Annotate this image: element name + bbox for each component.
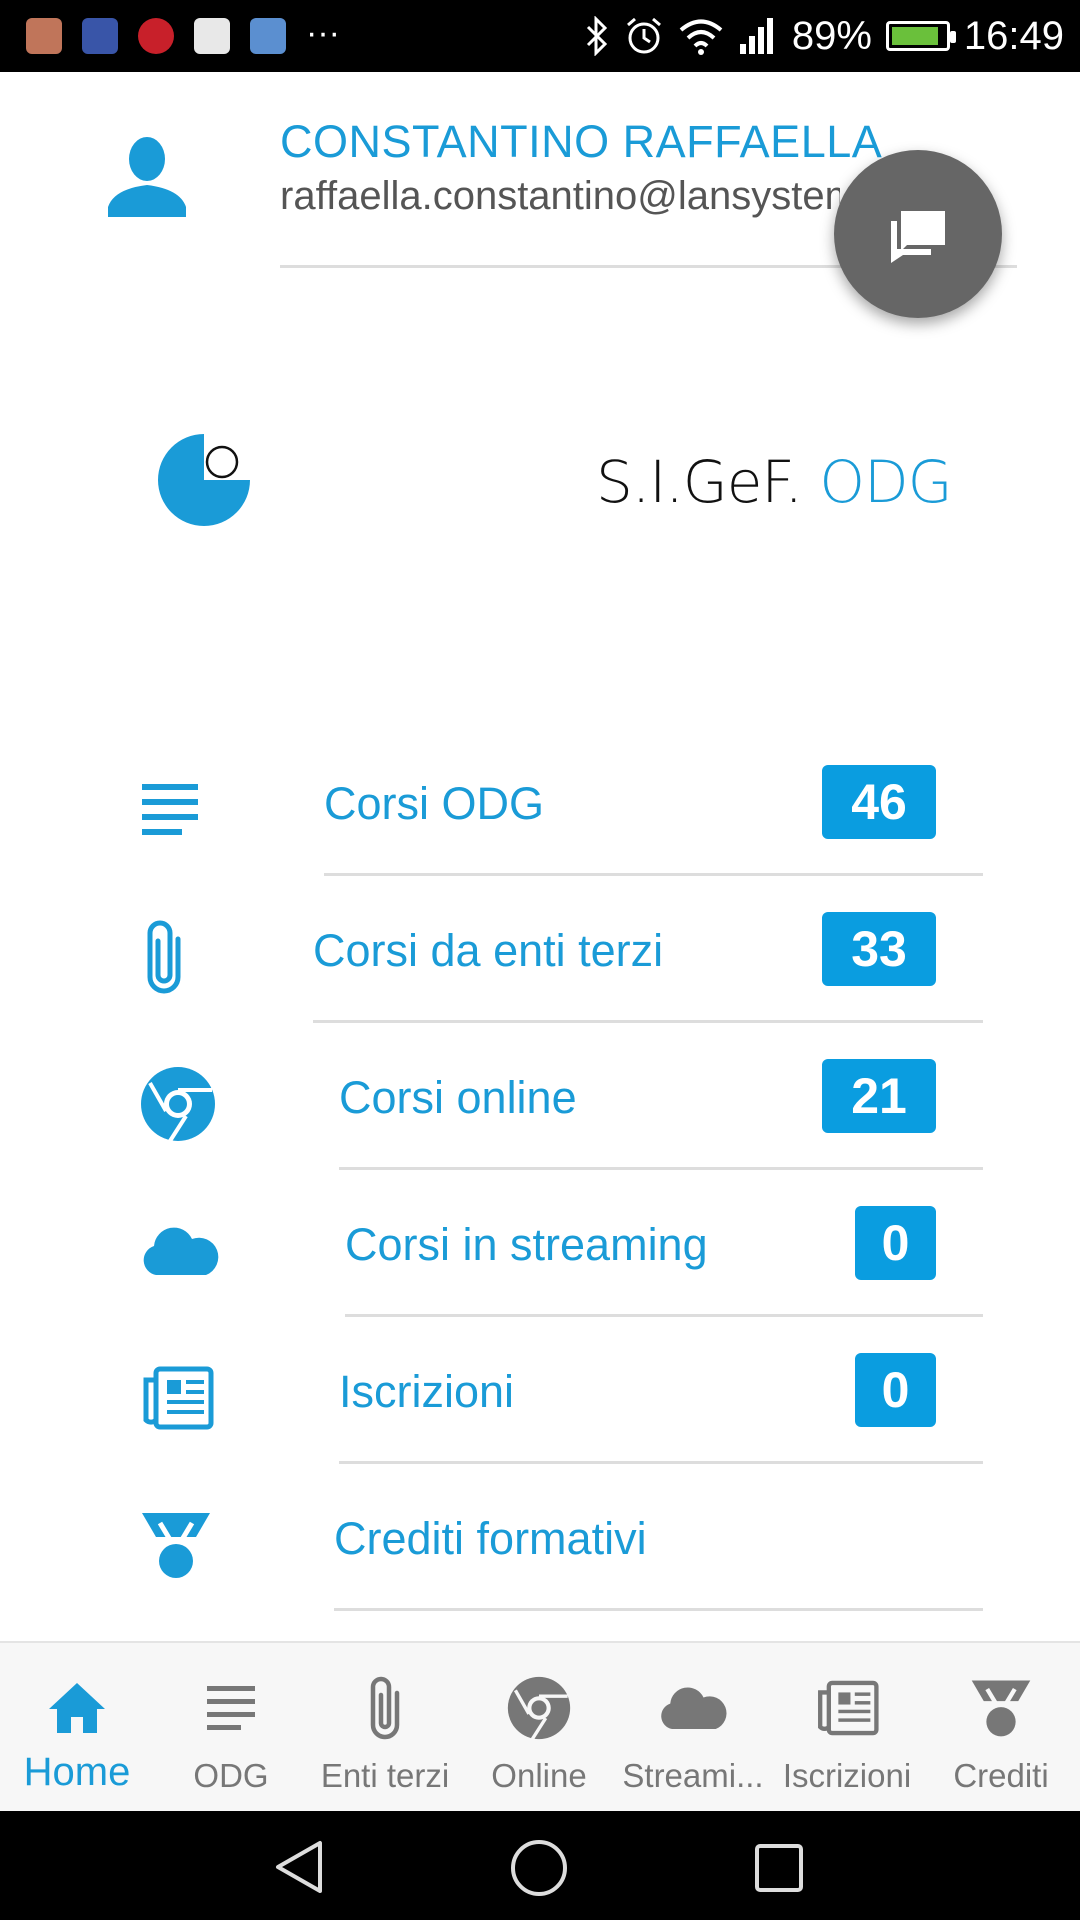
- nav-tab-label: Enti terzi: [320, 1757, 450, 1794]
- status-bar: ··· 89% 16:49: [0, 0, 1080, 72]
- nav-tab-label: Streami...: [622, 1757, 764, 1794]
- recents-icon[interactable]: [754, 1843, 804, 1893]
- nav-tab-label: Home: [23, 1750, 131, 1794]
- user-avatar-icon[interactable]: [108, 137, 186, 217]
- notification-icons: ···: [26, 14, 340, 54]
- nav-tab-enti-terzi[interactable]: Enti terzi: [308, 1643, 462, 1813]
- menu-divider: [339, 1461, 983, 1464]
- newspaper-icon: [770, 1673, 924, 1743]
- chrome-icon: [462, 1673, 616, 1743]
- alarm-icon: [626, 17, 661, 54]
- logo-icon: [158, 434, 250, 526]
- nav-tab-label: Crediti: [953, 1757, 1049, 1794]
- nav-tab-iscrizioni[interactable]: Iscrizioni: [770, 1643, 924, 1813]
- count-badge: 21: [822, 1059, 936, 1133]
- nav-tab-home[interactable]: Home: [0, 1643, 154, 1813]
- status-right: 89% 16:49: [584, 10, 1064, 62]
- nav-tab-label: ODG: [193, 1757, 269, 1794]
- menu-divider: [334, 1608, 983, 1611]
- paperclip-icon: [308, 1673, 462, 1743]
- user-name: CONSTANTINO RAFFAELLA: [280, 116, 883, 167]
- medal-icon: [924, 1673, 1078, 1743]
- nav-tab-online[interactable]: Online: [462, 1643, 616, 1813]
- inbox-icon: [26, 18, 62, 54]
- menu-item-corsi-online[interactable]: Corsi online 21: [0, 1029, 1080, 1176]
- chat-icon: [891, 211, 945, 263]
- menu-item-corsi-enti-terzi[interactable]: Corsi da enti terzi 33: [0, 882, 1080, 1029]
- cloud-icon: [616, 1673, 770, 1743]
- wifi-icon: [679, 19, 723, 55]
- medal-icon: [140, 1505, 230, 1585]
- user-email: raffaella.constantino@lansystems: [280, 174, 840, 218]
- bluetooth-icon: [586, 16, 607, 56]
- list-icon: [140, 770, 230, 850]
- menu-item-corsi-odg[interactable]: Corsi ODG 46: [0, 735, 1080, 882]
- battery-level: [891, 27, 938, 45]
- nav-tab-label: Iscrizioni: [782, 1757, 912, 1794]
- menu-item-label: Corsi online: [339, 1072, 577, 1123]
- nav-tab-odg[interactable]: ODG: [154, 1643, 308, 1813]
- menu-item-label: Corsi in streaming: [345, 1219, 708, 1270]
- paperclip-icon: [140, 917, 230, 997]
- cloud-icon: [140, 1211, 230, 1291]
- files-app-icon: [250, 18, 286, 54]
- count-badge: 0: [855, 1206, 936, 1280]
- music-app-icon: [138, 18, 174, 54]
- back-icon[interactable]: [272, 1839, 328, 1895]
- brand-prefix: S.I.GeF.: [596, 448, 803, 516]
- nav-tab-streaming[interactable]: Streami...: [616, 1643, 770, 1813]
- chrome-icon: [140, 1064, 230, 1144]
- usb-icon: [82, 18, 118, 54]
- menu-divider: [313, 1020, 983, 1023]
- clock: 16:49: [963, 13, 1064, 58]
- nav-tab-label: Online: [491, 1757, 587, 1794]
- menu-item-label: Iscrizioni: [339, 1366, 515, 1417]
- signal-icon: [739, 18, 773, 54]
- battery-percent: 89%: [791, 13, 872, 58]
- home-icon: [0, 1673, 154, 1743]
- newspaper-icon: [140, 1358, 230, 1438]
- menu-item-iscrizioni[interactable]: Iscrizioni 0: [0, 1323, 1080, 1470]
- count-badge: 46: [822, 765, 936, 839]
- brand-title: S.I.GeF. ODG: [596, 448, 953, 516]
- menu-divider: [324, 873, 983, 876]
- menu-item-label: Corsi ODG: [324, 778, 545, 829]
- app-thumbnail-icon: [194, 18, 230, 54]
- chat-fab-button[interactable]: [834, 150, 1002, 318]
- count-badge: 33: [822, 912, 936, 986]
- menu-item-label: Corsi da enti terzi: [313, 925, 664, 976]
- more-notifications-icon: ···: [306, 14, 340, 52]
- battery-icon: [885, 21, 956, 51]
- count-badge: 0: [855, 1353, 936, 1427]
- brand-suffix: ODG: [819, 448, 952, 516]
- system-nav-bar: [0, 1811, 1080, 1920]
- menu-divider: [345, 1314, 983, 1317]
- menu-divider: [339, 1167, 983, 1170]
- list-icon: [154, 1673, 308, 1743]
- menu-item-label: Crediti formativi: [334, 1513, 647, 1564]
- nav-tab-crediti[interactable]: Crediti: [924, 1643, 1078, 1813]
- menu-item-crediti-formativi[interactable]: Crediti formativi: [0, 1470, 1080, 1617]
- home-circle-icon[interactable]: [510, 1839, 568, 1897]
- menu-item-corsi-streaming[interactable]: Corsi in streaming 0: [0, 1176, 1080, 1323]
- bottom-nav: Home ODG Enti terzi Online Streami... Is…: [0, 1641, 1080, 1813]
